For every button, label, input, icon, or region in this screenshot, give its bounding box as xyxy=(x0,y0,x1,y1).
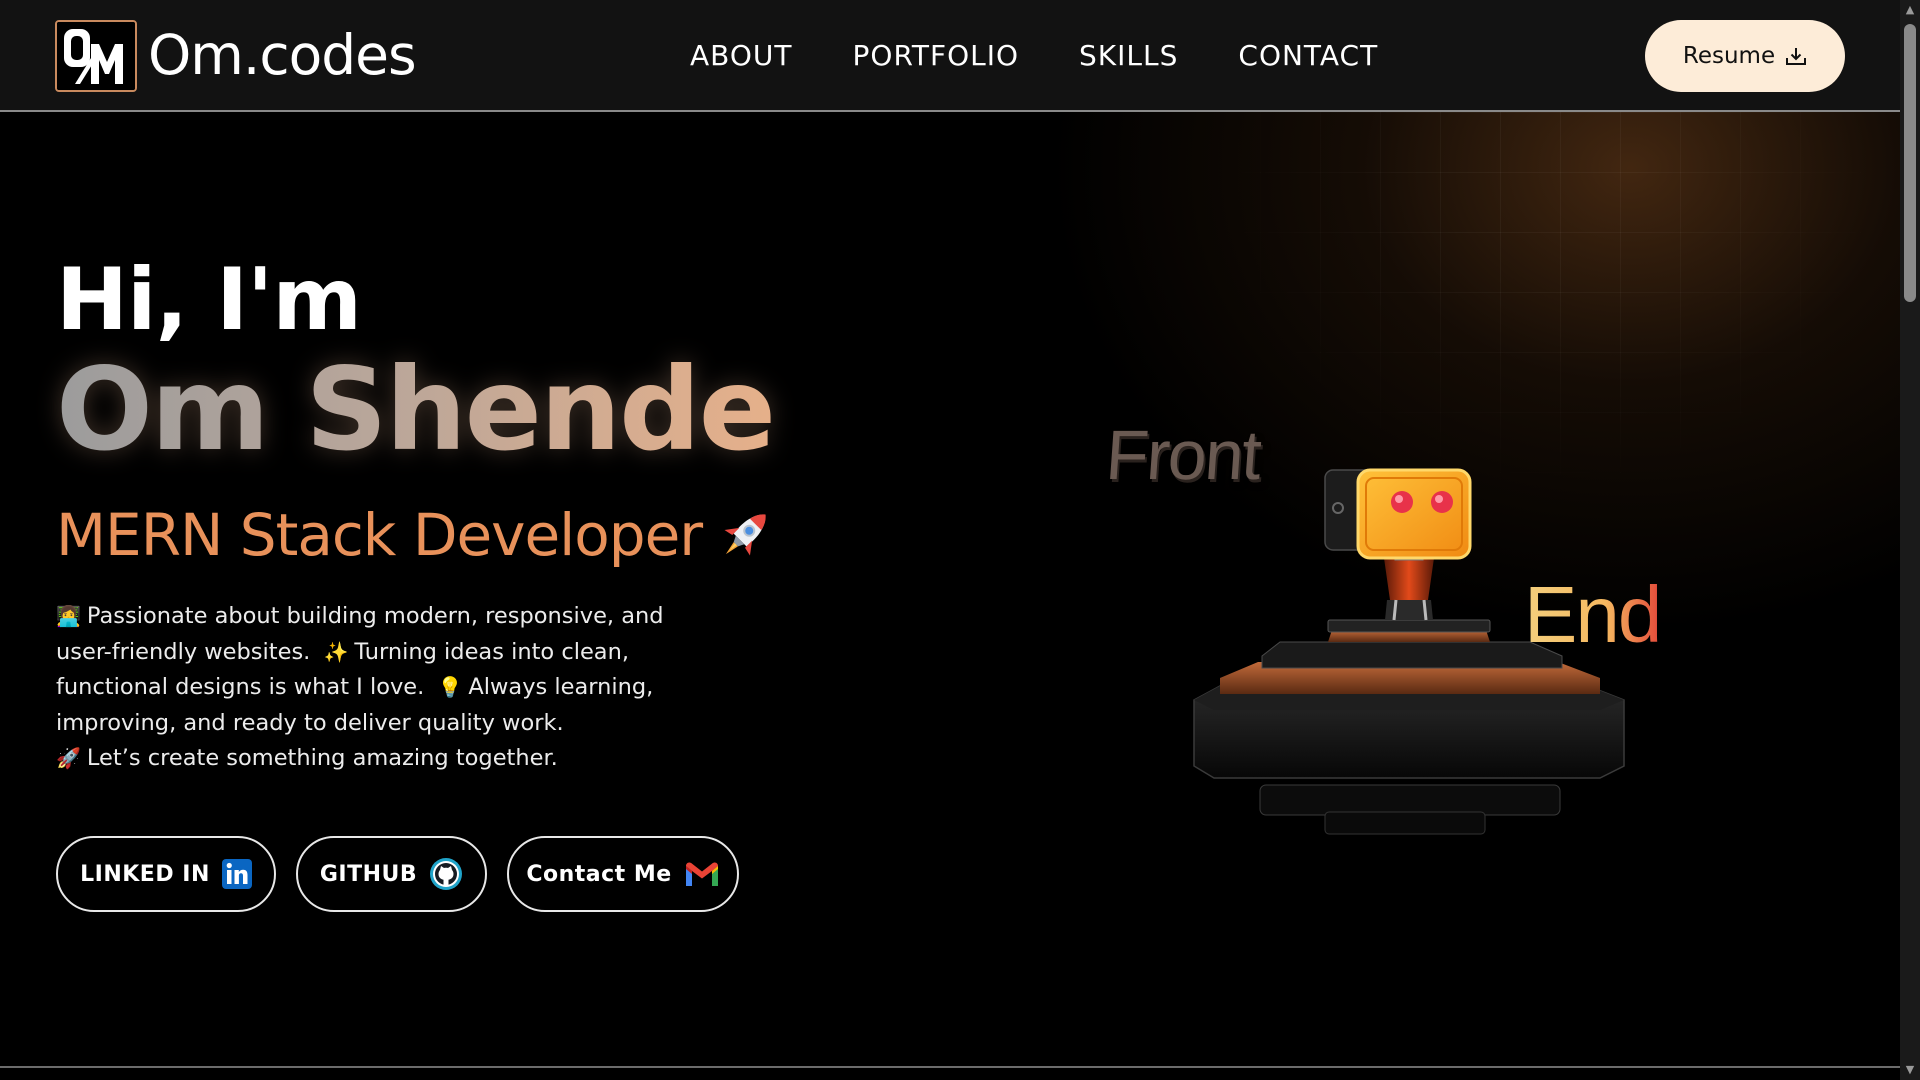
nav-about[interactable]: ABOUT xyxy=(690,38,793,74)
scrollbar[interactable]: ▲ ▼ xyxy=(1900,0,1920,1080)
main-nav: ABOUT PORTFOLIO SKILLS CONTACT xyxy=(690,38,1378,74)
page: Om.codes ABOUT PORTFOLIO SKILLS CONTACT … xyxy=(0,0,1920,1080)
scroll-thumb[interactable] xyxy=(1904,24,1916,302)
robot-illustration xyxy=(1193,468,1625,835)
bio-line: Let’s create something amazing together. xyxy=(86,745,558,771)
hero-name: Om Shende xyxy=(56,343,776,476)
technologist-emoji-icon: 👩‍💻 xyxy=(56,604,81,628)
hero-greeting: Hi, I'm xyxy=(56,250,362,350)
nav-portfolio[interactable]: PORTFOLIO xyxy=(853,38,1020,74)
nav-contact[interactable]: CONTACT xyxy=(1238,38,1378,74)
logo[interactable] xyxy=(55,20,137,92)
linkedin-button[interactable]: LINKED IN xyxy=(56,836,276,912)
brand-name[interactable]: Om.codes xyxy=(148,20,417,90)
contact-me-button[interactable]: Contact Me xyxy=(507,836,739,912)
github-label: GITHUB xyxy=(319,861,418,887)
rocket-icon xyxy=(724,514,766,556)
hero-role: MERN Stack Developer xyxy=(56,500,778,570)
github-icon xyxy=(430,858,463,890)
scroll-up-arrow-icon[interactable]: ▲ xyxy=(1900,0,1920,20)
logo-icon xyxy=(57,22,135,90)
hero-role-text: MERN Stack Developer xyxy=(56,501,703,569)
hero-background-grid xyxy=(1200,112,1900,512)
light-bulb-emoji-icon: 💡 xyxy=(437,675,463,699)
section-divider xyxy=(0,1066,1900,1068)
rocket-emoji-icon: 🚀 xyxy=(56,746,81,770)
social-buttons: LINKED IN GITHUB Contact Me xyxy=(56,836,739,912)
resume-button[interactable]: Resume xyxy=(1645,20,1845,92)
github-button[interactable]: GITHUB xyxy=(296,836,487,912)
download-icon xyxy=(1786,48,1807,65)
contact-me-label: Contact Me xyxy=(526,861,672,887)
sparkles-emoji-icon: ✨ xyxy=(323,639,349,664)
scroll-down-arrow-icon[interactable]: ▼ xyxy=(1900,1060,1920,1080)
hero-bio: 👩‍💻 Passionate about building modern, res… xyxy=(56,599,676,777)
linkedin-icon xyxy=(221,859,252,889)
nav-skills[interactable]: SKILLS xyxy=(1079,38,1178,74)
navbar: Om.codes ABOUT PORTFOLIO SKILLS CONTACT … xyxy=(0,0,1900,112)
gmail-icon xyxy=(685,862,718,886)
resume-label: Resume xyxy=(1682,43,1776,69)
linkedin-label: LINKED IN xyxy=(80,861,210,887)
